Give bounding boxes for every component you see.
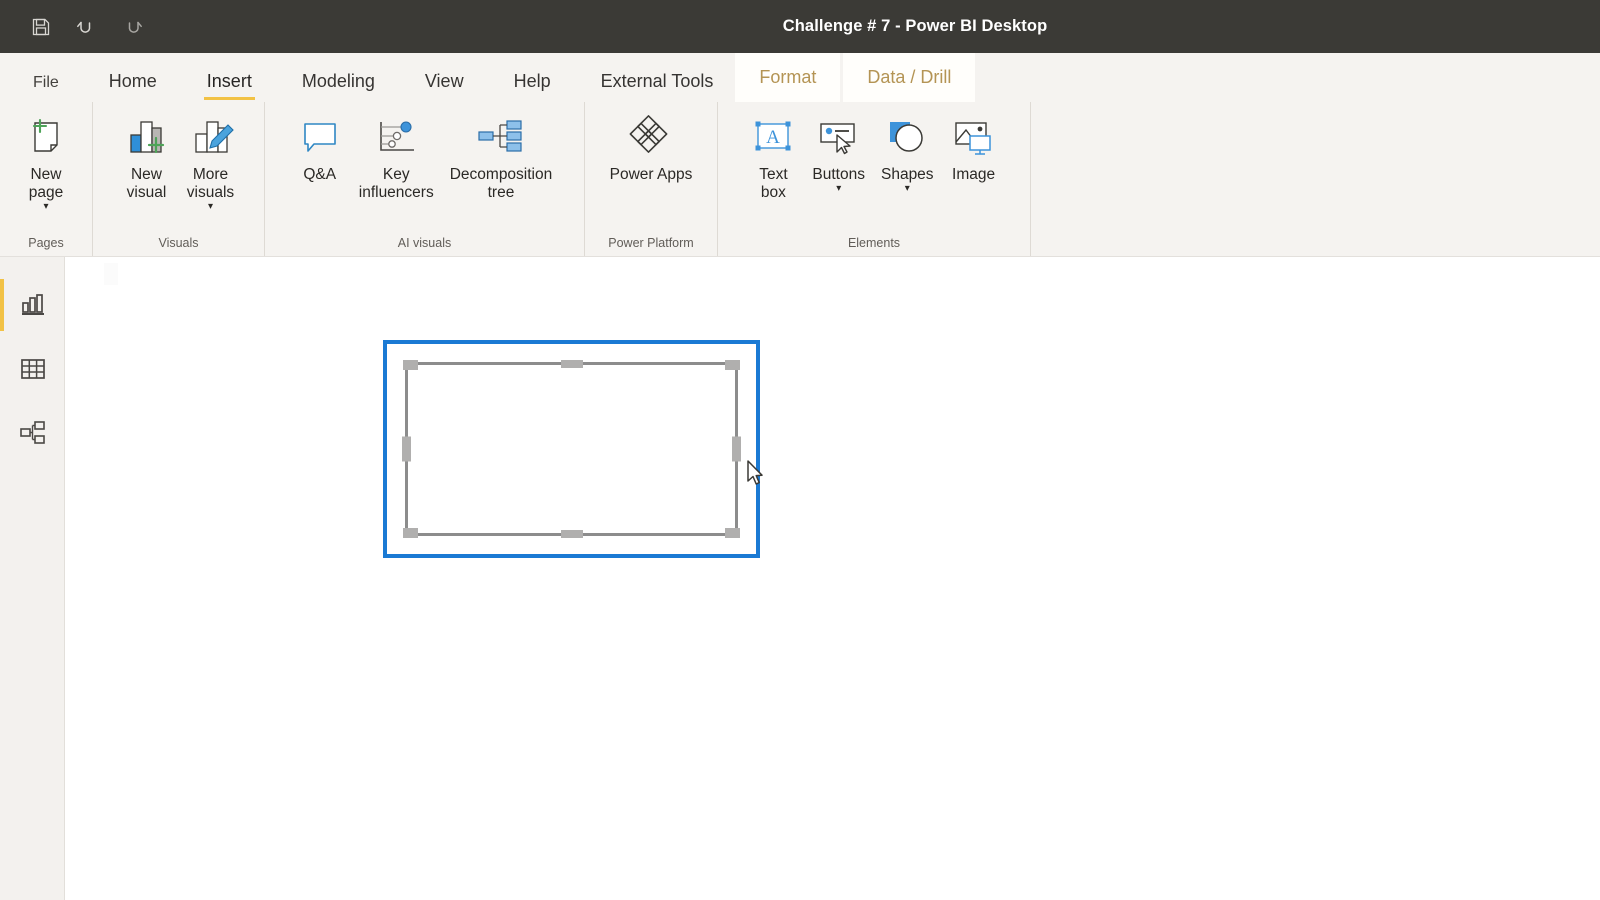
ribbon-group-label-pages: Pages	[28, 236, 64, 250]
resize-handle-top-right[interactable]	[725, 360, 740, 370]
key-influencers-button[interactable]: Key influencers	[351, 112, 442, 202]
chevron-down-icon[interactable]: ▾	[43, 202, 48, 212]
ribbon-group-elements: A Text box Buttons ▾ Shapes ▾ Image Elem…	[718, 102, 1030, 256]
key-influencers-icon	[372, 112, 420, 164]
new-page-icon	[23, 112, 69, 164]
tab-format[interactable]: Format	[735, 53, 841, 102]
quick-access-toolbar	[0, 14, 146, 40]
resize-handle-top-center[interactable]	[560, 360, 583, 368]
decomposition-tree-icon	[475, 112, 527, 164]
model-relationships-icon	[19, 421, 45, 444]
qa-label: Q&A	[303, 166, 337, 183]
sidebar-item-report-view[interactable]	[0, 273, 65, 337]
decomposition-tree-label: Decomposition tree	[449, 166, 553, 202]
sidebar-item-model-view[interactable]	[0, 401, 65, 465]
ribbon-tab-bar: File Home Insert Modeling View Help Exte…	[0, 53, 1600, 102]
visual-inner-frame	[402, 360, 741, 538]
redo-icon[interactable]	[120, 14, 146, 40]
tab-help[interactable]: Help	[514, 71, 551, 102]
bar-chart-icon	[21, 294, 44, 315]
resize-handle-bottom-center[interactable]	[560, 530, 583, 538]
ribbon: New page ▾ Pages New visual More visuals…	[0, 102, 1600, 257]
ribbon-group-label-power-platform: Power Platform	[608, 236, 694, 250]
ribbon-group-visuals: New visual More visuals ▾ Visuals	[93, 102, 265, 256]
more-visuals-icon	[187, 112, 235, 164]
resize-handle-middle-left[interactable]	[402, 436, 411, 462]
resize-handle-top-left[interactable]	[403, 360, 418, 370]
more-visuals-label: More visuals	[186, 166, 235, 202]
decomposition-tree-button[interactable]: Decomposition tree	[442, 112, 561, 202]
text-box-icon: A	[750, 112, 796, 164]
ribbon-group-label-visuals: Visuals	[158, 236, 199, 250]
table-grid-icon	[20, 359, 45, 379]
resize-handle-bottom-left[interactable]	[403, 528, 418, 538]
tab-file[interactable]: File	[33, 74, 59, 102]
chevron-down-icon[interactable]: ▾	[208, 202, 213, 212]
chevron-down-icon[interactable]: ▾	[905, 184, 910, 194]
ribbon-group-label-ai-visuals: AI visuals	[397, 236, 452, 250]
power-apps-icon	[625, 112, 677, 164]
empty-visual-placeholder[interactable]	[383, 340, 760, 558]
save-icon[interactable]	[28, 14, 54, 40]
sidebar-item-data-view[interactable]	[0, 337, 65, 401]
buttons-icon	[815, 112, 863, 164]
power-apps-label: Power Apps	[609, 166, 693, 183]
new-page-label: New page	[28, 166, 64, 202]
buttons-label: Buttons	[812, 166, 865, 183]
new-page-button[interactable]: New page ▾	[15, 112, 77, 212]
tab-external-tools[interactable]: External Tools	[601, 71, 714, 102]
title-bar: Challenge # 7 - Power BI Desktop	[0, 0, 1600, 53]
power-bi-desktop-window: Challenge # 7 - Power BI Desktop File Ho…	[0, 0, 1600, 900]
qa-bubble-icon	[297, 112, 343, 164]
undo-icon[interactable]	[74, 14, 100, 40]
power-apps-button[interactable]: Power Apps	[602, 112, 701, 184]
shapes-label: Shapes	[880, 166, 934, 183]
canvas-artifact	[104, 263, 118, 285]
shapes-button[interactable]: Shapes ▾	[873, 112, 942, 194]
image-button[interactable]: Image	[942, 112, 1006, 184]
ribbon-group-power-platform: Power Apps Power Platform	[585, 102, 718, 256]
image-icon	[950, 112, 998, 164]
new-visual-label: New visual	[126, 166, 167, 202]
tab-insert[interactable]: Insert	[203, 71, 255, 102]
view-switcher-sidebar	[0, 257, 65, 900]
new-visual-icon	[123, 112, 171, 164]
qa-button[interactable]: Q&A	[289, 112, 351, 184]
text-box-button[interactable]: A Text box	[742, 112, 804, 202]
tab-home[interactable]: Home	[109, 71, 157, 102]
buttons-button[interactable]: Buttons ▾	[804, 112, 873, 194]
tab-view[interactable]: View	[425, 71, 464, 102]
report-canvas[interactable]	[66, 257, 1600, 900]
ribbon-group-label-elements: Elements	[847, 236, 901, 250]
text-box-label: Text box	[759, 166, 788, 202]
new-visual-button[interactable]: New visual	[115, 112, 179, 202]
resize-handle-middle-right[interactable]	[732, 436, 741, 462]
image-label: Image	[952, 166, 996, 183]
ribbon-group-ai-visuals: Q&A Key influencers Decomposition tree A…	[265, 102, 585, 256]
shapes-icon	[883, 112, 931, 164]
chevron-down-icon[interactable]: ▾	[836, 184, 841, 194]
window-title: Challenge # 7 - Power BI Desktop	[782, 17, 1048, 35]
resize-handle-bottom-right[interactable]	[725, 528, 740, 538]
tab-data-drill[interactable]: Data / Drill	[843, 53, 976, 102]
svg-text:A: A	[767, 127, 781, 148]
more-visuals-button[interactable]: More visuals ▾	[179, 112, 243, 212]
tab-modeling[interactable]: Modeling	[302, 71, 375, 102]
ribbon-group-pages: New page ▾ Pages	[0, 102, 93, 256]
key-influencers-label: Key influencers	[358, 166, 434, 202]
